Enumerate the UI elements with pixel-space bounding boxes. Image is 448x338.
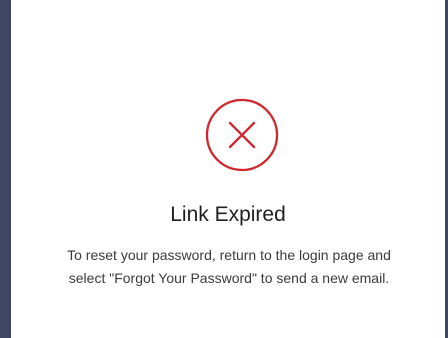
page-title: Link Expired (170, 203, 286, 226)
expired-link-card: Link Expired To reset your password, ret… (11, 0, 445, 338)
error-x-icon (205, 98, 279, 172)
sidebar-edge (0, 0, 11, 338)
instruction-message: To reset your password, return to the lo… (67, 247, 391, 286)
